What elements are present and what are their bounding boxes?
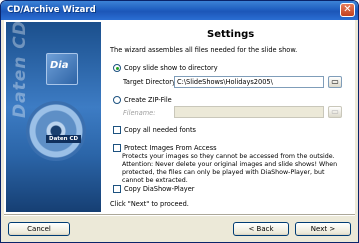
copy-slideshow-radio[interactable] <box>113 64 121 72</box>
wizard-window: CD/Archive Wizard ✕ Daten CD Dia Daten C… <box>0 0 359 243</box>
next-button[interactable]: Next > <box>295 222 351 236</box>
protect-images-checkbox[interactable] <box>113 144 121 152</box>
window-title: CD/Archive Wizard <box>7 5 96 15</box>
copy-fonts-checkbox[interactable] <box>113 126 121 134</box>
page-title: Settings <box>207 29 255 40</box>
browse-target-button[interactable]: ▭ <box>328 76 342 88</box>
target-directory-label: Target Directory: <box>123 78 178 86</box>
dia-tile-icon: Dia <box>46 53 78 85</box>
filename-input[interactable] <box>174 106 324 118</box>
copy-fonts-label[interactable]: Copy all needed fonts <box>124 126 196 134</box>
disc-label: Daten CD <box>46 135 82 143</box>
folder-open-icon: ▭ <box>331 107 339 116</box>
filename-label: Filename: <box>123 109 156 117</box>
disc-icon <box>26 101 86 161</box>
copy-slideshow-label[interactable]: Copy slide show to directory <box>124 64 218 72</box>
create-zip-radio[interactable] <box>113 96 121 104</box>
sidebar-banner: Daten CD Dia Daten CD <box>6 22 101 212</box>
folder-open-icon: ▭ <box>331 77 339 86</box>
proceed-hint: Click "Next" to proceed. <box>110 200 189 208</box>
close-icon: ✕ <box>343 4 352 15</box>
page-description: The wizard assembles all files needed fo… <box>110 46 298 54</box>
cancel-button[interactable]: Cancel <box>8 222 70 236</box>
copy-player-checkbox[interactable] <box>113 185 121 193</box>
sidebar-vertical-text: Daten CD <box>10 22 30 118</box>
protect-images-label[interactable]: Protect Images From Access <box>124 144 217 152</box>
target-directory-input[interactable]: C:\SlideShows\Holidays2005\ <box>174 76 324 88</box>
copy-player-label[interactable]: Copy DiaShow-Player <box>124 185 194 193</box>
footer-separator <box>4 214 355 216</box>
create-zip-label[interactable]: Create ZIP-File <box>124 96 172 104</box>
wizard-content: Daten CD Dia Daten CD Settings The wizar… <box>4 20 355 214</box>
wizard-client: Daten CD Dia Daten CD Settings The wizar… <box>4 20 355 240</box>
title-bar[interactable]: CD/Archive Wizard ✕ <box>1 1 358 20</box>
browse-filename-button[interactable]: ▭ <box>328 106 342 118</box>
back-button[interactable]: < Back <box>233 222 289 236</box>
protect-images-note: Protects your images so they cannot be a… <box>122 153 338 184</box>
dia-tile-text: Dia <box>50 60 69 71</box>
close-button[interactable]: ✕ <box>340 3 355 17</box>
